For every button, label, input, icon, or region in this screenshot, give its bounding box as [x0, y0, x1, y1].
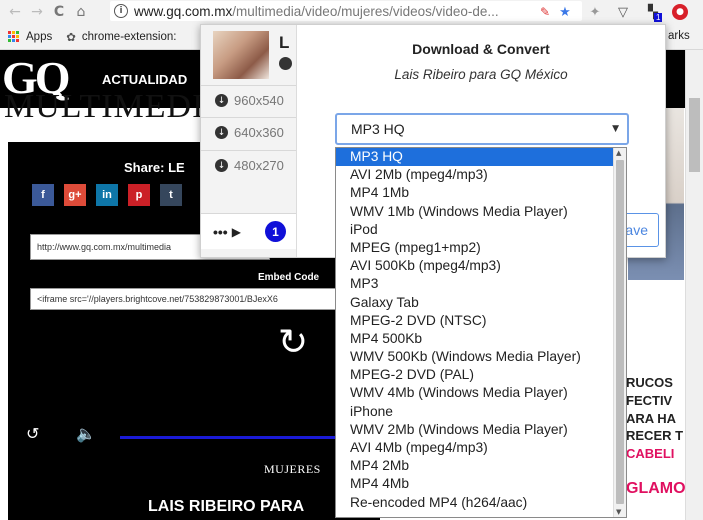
volume-icon[interactable]: 🔈 — [76, 424, 96, 443]
ad-line: ARA HA — [626, 410, 677, 426]
ad-line: CABELI — [626, 446, 675, 462]
format-option[interactable]: Galaxy Tab — [336, 294, 626, 312]
format-dropdown-list[interactable]: MP3 HQ AVI 2Mb (mpeg4/mp3) MP4 1Mb WMV 1… — [335, 147, 627, 518]
ad-line: RUCOS — [626, 375, 673, 390]
ad-line: FECTIV — [626, 392, 673, 408]
format-option[interactable]: MPEG (mpeg1+mp2) — [336, 239, 626, 257]
media-download-icon[interactable] — [279, 57, 292, 70]
adblock-icon[interactable]: ● — [672, 4, 688, 20]
site-info-icon[interactable]: i — [114, 4, 128, 18]
format-option[interactable]: WMV 4Mb (Windows Media Player) — [336, 384, 626, 402]
resolution-label: 480x270 — [234, 158, 284, 173]
resolution-label: 960x540 — [234, 93, 284, 108]
download-icon: ↓ — [215, 126, 228, 139]
puzzle-icon: ✿ — [66, 29, 76, 44]
format-option[interactable]: MP3 — [336, 275, 626, 293]
back-button[interactable]: ← — [4, 1, 26, 23]
video-thumbnail[interactable] — [213, 31, 269, 79]
page-scrollbar[interactable] — [685, 50, 703, 520]
nav-actualidad[interactable]: ACTUALIDAD — [102, 72, 187, 87]
extension-puzzle-icon[interactable]: ✦ — [586, 3, 604, 21]
format-option[interactable]: iPhone — [336, 403, 626, 421]
page-number-badge[interactable]: 1 — [265, 221, 286, 242]
bookmark-apps[interactable]: Apps — [8, 30, 53, 43]
url-path: /multimedia/video/mujeres/videos/video-d… — [232, 3, 499, 19]
ad-brand[interactable]: GLAMO — [626, 480, 686, 498]
download-converter-icon[interactable]: ▚ 1 — [644, 3, 663, 22]
scroll-up-arrow-icon[interactable]: ▲ — [616, 149, 621, 157]
shield-icon[interactable]: ▽ — [614, 3, 632, 21]
embed-code-field[interactable]: <iframe src='//players.brightcove.net/75… — [30, 288, 360, 310]
chevron-down-icon: ▼ — [612, 124, 619, 134]
embed-code-label: Embed Code — [258, 272, 320, 283]
download-icon: ↓ — [215, 94, 228, 107]
dropdown-scrollbar[interactable]: ▲ ▼ — [613, 148, 626, 517]
reload-button[interactable]: C — [48, 1, 70, 23]
format-option[interactable]: MP4 1Mb — [336, 184, 626, 202]
format-option[interactable]: WMV 2Mb (Windows Media Player) — [336, 421, 626, 439]
bookmark-star-icon[interactable]: ★ — [556, 3, 574, 21]
bookmark-apps-label: Apps — [26, 30, 53, 43]
replay-icon[interactable]: ↻ — [278, 322, 308, 363]
play-arrow-icon: ▶ — [231, 224, 241, 239]
format-option[interactable]: Re-encoded MP4 (h264/aac) — [336, 494, 626, 512]
download-icon: ↓ — [215, 159, 228, 172]
linkedin-share-icon[interactable]: in — [96, 184, 118, 206]
rewind-icon[interactable]: ↺ — [26, 424, 39, 443]
translate-icon[interactable]: ✎ — [536, 3, 554, 21]
resolution-row[interactable]: ↓ 960x540 — [201, 85, 296, 115]
apps-grid-icon — [8, 30, 20, 43]
pinterest-share-icon[interactable]: p — [128, 184, 150, 206]
format-option[interactable]: MP4 4Mb — [336, 475, 626, 493]
video-category: MUJERES — [264, 462, 321, 476]
dropdown-scroll-thumb[interactable] — [616, 160, 624, 504]
popup-title: Download & Convert — [412, 41, 550, 57]
popup-media-list: L ↓ 960x540 ↓ 640x360 ↓ 480x270 ••• ▶ 1 — [201, 25, 297, 257]
bookmark-chrome-extension-label: chrome-extension: — [81, 30, 177, 43]
other-bookmarks-label[interactable]: arks — [668, 30, 690, 42]
bookmark-chrome-extension[interactable]: ✿ chrome-extension: — [66, 30, 176, 44]
media-title-initial: L — [279, 33, 290, 52]
section-heading: MULTIMEDIA — [4, 88, 230, 125]
extension-badge: 1 — [654, 13, 663, 22]
format-option[interactable]: MP4 500Kb — [336, 330, 626, 348]
googleplus-share-icon[interactable]: g+ — [64, 184, 86, 206]
page-scroll-thumb[interactable] — [689, 98, 700, 172]
ad-line: RECER T — [626, 428, 684, 444]
browser-toolbar: ← → C ⌂ i www.gq.com.mx /multimedia/vide… — [0, 0, 703, 24]
video-progress-bar[interactable] — [120, 436, 370, 439]
format-option[interactable]: WMV 500Kb (Windows Media Player) — [336, 348, 626, 366]
format-option[interactable]: iPod — [336, 221, 626, 239]
facebook-share-icon[interactable]: f — [32, 184, 54, 206]
side-ad[interactable]: RUCOS FECTIV ARA HA RECER T CABELI — [626, 374, 686, 463]
format-select[interactable]: MP3 HQ ▼ — [335, 113, 629, 145]
format-option[interactable]: MPEG-2 DVD (NTSC) — [336, 312, 626, 330]
share-label: Share: LE — [124, 160, 185, 175]
resolution-label: 640x360 — [234, 125, 284, 140]
resolution-row[interactable]: ↓ 480x270 — [201, 150, 296, 180]
home-button[interactable]: ⌂ — [70, 1, 92, 23]
format-option[interactable]: MP3 HQ — [336, 148, 626, 167]
resolution-row[interactable]: ↓ 640x360 — [201, 117, 296, 147]
video-title: LAIS RIBEIRO PARA — [148, 498, 305, 515]
url-host: www.gq.com.mx — [134, 3, 233, 19]
forward-button[interactable]: → — [26, 1, 48, 23]
format-option[interactable]: WMV 1Mb (Windows Media Player) — [336, 203, 626, 221]
format-option[interactable]: MPEG-2 DVD (PAL) — [336, 366, 626, 384]
scroll-down-arrow-icon[interactable]: ▼ — [616, 508, 621, 516]
address-bar[interactable]: i www.gq.com.mx /multimedia/video/mujere… — [110, 1, 582, 21]
popup-subtitle: Lais Ribeiro para GQ México — [394, 67, 568, 82]
format-option[interactable]: AVI 2Mb (mpeg4/mp3) — [336, 166, 626, 184]
format-option[interactable]: AVI 4Mb (mpeg4/mp3) — [336, 439, 626, 457]
format-select-value: MP3 HQ — [351, 121, 405, 137]
tumblr-share-icon[interactable]: t — [160, 184, 182, 206]
format-option[interactable]: MP4 2Mb — [336, 457, 626, 475]
more-dots: ••• — [213, 223, 228, 240]
format-option[interactable]: AVI 500Kb (mpeg4/mp3) — [336, 257, 626, 275]
